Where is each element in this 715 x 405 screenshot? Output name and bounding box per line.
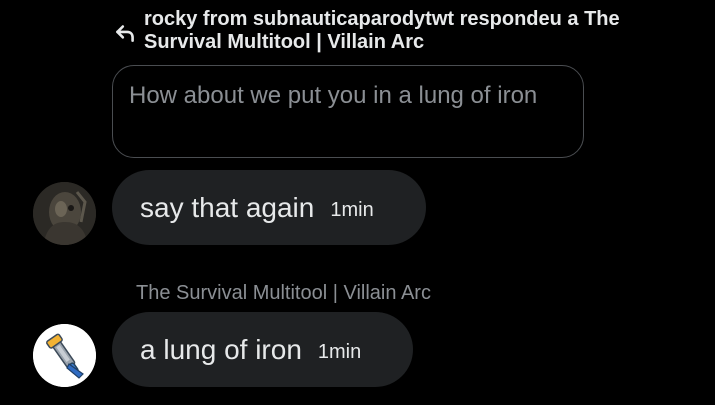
message-bubble[interactable]: a lung of iron 1min [112, 312, 413, 387]
reply-context-header: rocky from subnauticaparodytwt respondeu… [112, 8, 702, 54]
reply-context-text: rocky from subnauticaparodytwt respondeu… [144, 8, 620, 53]
message-timestamp: 1min [330, 199, 374, 221]
message-timestamp: 1min [317, 341, 362, 363]
reply-arrow-icon [116, 25, 134, 42]
avatar[interactable] [33, 324, 96, 387]
avatar-dark-photo-icon [33, 182, 96, 245]
message-text: say that again [140, 191, 315, 223]
sender-name: The Survival Multitool | Villain Arc [136, 282, 431, 304]
message-bubble[interactable]: say that again 1min [112, 170, 426, 245]
quoted-message[interactable]: How about we put you in a lung of iron [112, 65, 584, 158]
multitool-icon [33, 324, 96, 387]
avatar[interactable] [33, 182, 96, 245]
message-text: a lung of iron [140, 333, 302, 365]
